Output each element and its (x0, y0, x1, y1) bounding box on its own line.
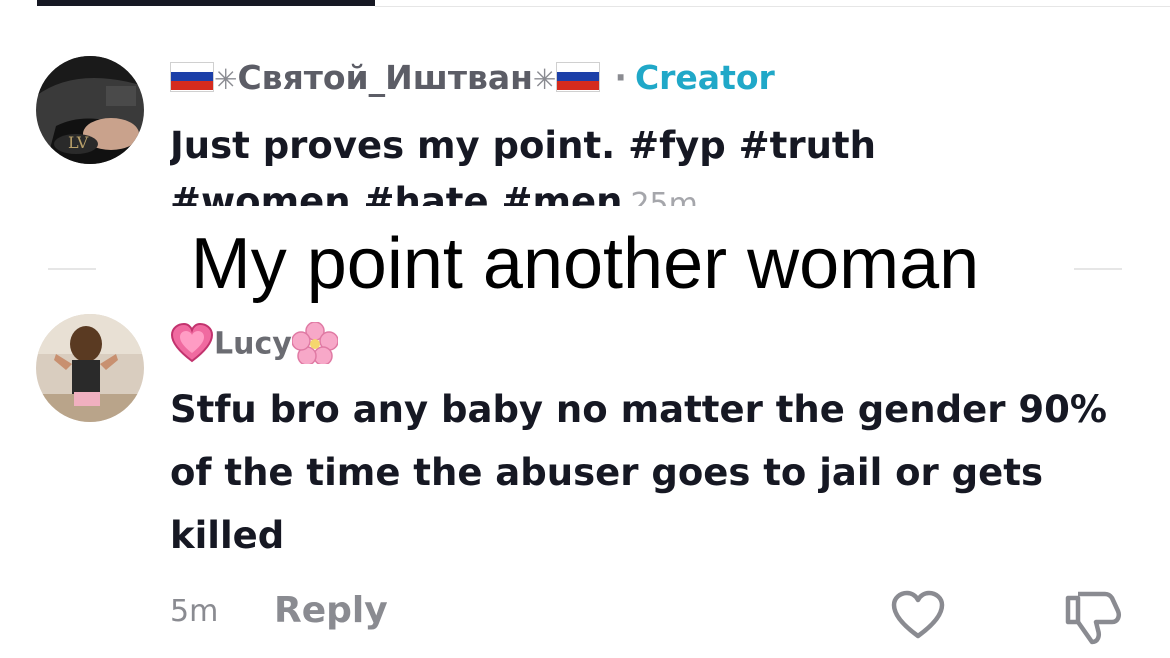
cherry-blossom-icon (291, 321, 339, 366)
separator-dot: · (614, 58, 627, 97)
comment-line-2: #women #hate #men 25m (170, 174, 1130, 206)
comment-text: Just proves my point. #fyp #truth #women… (170, 118, 1130, 206)
overlay-caption: My point another woman (190, 224, 980, 304)
comment-username[interactable]: Святой_Иштван (237, 58, 532, 97)
comment-username-row: Lucy (170, 321, 339, 366)
active-tab-indicator (37, 0, 375, 6)
russia-flag-icon (556, 61, 601, 92)
thumbs-down-icon[interactable] (1062, 590, 1124, 646)
comment-hashtags[interactable]: #women #hate #men (170, 180, 622, 206)
comment-username-row: ✳Святой_Иштван✳ · Creator (170, 58, 775, 104)
russia-flag-icon (170, 61, 214, 92)
avatar[interactable]: LV (36, 56, 144, 164)
pink-heart-icon (170, 322, 214, 363)
tab-divider (375, 6, 1170, 7)
comment-line: Just proves my point. #fyp #truth (170, 124, 876, 167)
reply-button[interactable]: Reply (274, 590, 388, 631)
comment-timestamp: 5m (170, 594, 219, 629)
comment-timestamp: 25m (630, 187, 698, 206)
asterisk-decoration: ✳ (214, 63, 238, 96)
heart-outline-icon[interactable] (890, 590, 946, 640)
asterisk-decoration: ✳ (532, 63, 557, 96)
avatar[interactable] (36, 314, 144, 422)
creator-badge: Creator (634, 58, 775, 97)
comment-text: Stfu bro any baby no matter the gender 9… (170, 388, 1107, 557)
svg-text:LV: LV (68, 133, 89, 152)
comment-username[interactable]: Lucy (214, 327, 292, 362)
